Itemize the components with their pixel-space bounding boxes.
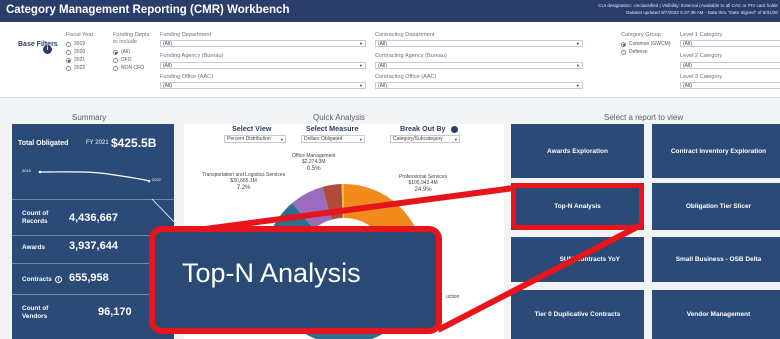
category-group-label: Category Group	[621, 32, 661, 38]
segment-label-professional-services: Professional Services $105,943.4M 24.9%	[399, 174, 448, 193]
fiscal-year-2019[interactable]: 2019	[66, 41, 85, 47]
base-filters-bar: Base Filters i Fiscal Year 2019 2020 202…	[0, 22, 780, 98]
quick-analysis-section-title: Quick Analysis	[313, 113, 366, 122]
funding-agency-label: Funding Agency (Bureau)	[160, 53, 224, 59]
level3-category-dropdown[interactable]: (All)	[680, 82, 780, 89]
segment-label-office-management: Office Management $2,274.3M 0.5%	[292, 153, 336, 172]
report-tile-tier0-duplicative[interactable]: Tier 0 Duplicative Contracts	[511, 290, 644, 339]
chevron-down-icon: ▾	[576, 83, 579, 88]
fiscal-year-2020[interactable]: 2020	[66, 49, 85, 55]
fiscal-year-label: Fiscal Year	[66, 32, 94, 38]
level3-category-label: Level 3 Category	[680, 74, 723, 80]
report-tile-small-business[interactable]: Small Business - OSB Delta	[652, 237, 780, 282]
funding-depts-cfo[interactable]: CFO	[113, 57, 132, 63]
select-report-section-title: Select a report to view	[604, 113, 684, 122]
category-group-common[interactable]: Common (GWCM)	[621, 41, 670, 47]
category-group-defense[interactable]: Defense	[621, 49, 648, 55]
contracting-department-label: Contracting Department	[375, 32, 435, 38]
funding-department-dropdown[interactable]: (All) ▾	[160, 40, 366, 47]
contracting-department-dropdown[interactable]: (All) ▾	[375, 40, 583, 47]
contracting-agency-label: Contracting Agency (Bureau)	[375, 53, 447, 59]
funding-depts-all[interactable]: (All)	[113, 49, 130, 55]
funding-depts-non-cfo[interactable]: NON CFO	[113, 65, 144, 71]
level2-category-dropdown[interactable]: (All)	[680, 62, 780, 69]
funding-office-dropdown[interactable]: (All) ▾	[160, 82, 366, 89]
contracting-office-dropdown[interactable]: (All) ▾	[375, 82, 583, 89]
callout-text: Top-N Analysis	[182, 258, 361, 288]
level1-category-label: Level 1 Category	[680, 32, 723, 38]
funding-depts-label: Funding Depts to include	[113, 32, 150, 45]
tile-highlight-frame	[511, 183, 644, 230]
app-header: Category Management Reporting (CMR) Work…	[0, 0, 780, 22]
funding-department-label: Funding Department	[160, 32, 211, 38]
funding-office-label: Funding Office (AAC)	[160, 74, 214, 80]
summary-section-title: Summary	[72, 113, 107, 122]
visibility-note: CUI designation: Unclassified | Visibili…	[598, 3, 778, 8]
contracting-office-label: Contracting Office (AAC)	[375, 74, 437, 80]
segment-label-partial: uction	[446, 294, 460, 300]
chevron-down-icon: ▾	[576, 63, 579, 68]
fiscal-year-2022[interactable]: 2022	[66, 65, 85, 71]
report-tile-contract-inventory[interactable]: Contract Inventory Exploration	[652, 124, 780, 178]
chevron-down-icon: ▾	[359, 63, 362, 68]
report-tile-awards-exploration[interactable]: Awards Exploration	[511, 124, 644, 178]
level2-category-label: Level 2 Category	[680, 53, 723, 59]
chevron-down-icon: ▾	[359, 83, 362, 88]
chevron-down-icon: ▾	[359, 41, 362, 46]
report-tile-sum-contracts-yoy[interactable]: SUM Contracts YoY	[511, 237, 644, 282]
callout-box: Top-N Analysis	[149, 226, 442, 334]
dataset-updated-note: Dataset updated 9/7/2022 5:27:39 AM - Da…	[626, 10, 778, 15]
contracting-agency-dropdown[interactable]: (All) ▾	[375, 62, 583, 69]
segment-label-transportation: Transportation and Logistics Services $3…	[202, 172, 286, 191]
report-tile-obligation-tier-slicer[interactable]: Obligation Tier Slicer	[652, 183, 780, 230]
report-tile-vendor-management[interactable]: Vendor Management	[652, 290, 780, 339]
cmr-workbench: Category Management Reporting (CMR) Work…	[0, 0, 780, 339]
header-meta: CUI designation: Unclassified | Visibili…	[598, 2, 778, 16]
level1-category-dropdown[interactable]: (All)	[680, 40, 780, 47]
funding-agency-dropdown[interactable]: (All) ▾	[160, 62, 366, 69]
app-title: Category Management Reporting (CMR) Work…	[6, 4, 290, 16]
chevron-down-icon: ▾	[576, 41, 579, 46]
info-icon[interactable]: i	[43, 45, 52, 54]
fiscal-year-2021[interactable]: 2021	[66, 57, 85, 63]
